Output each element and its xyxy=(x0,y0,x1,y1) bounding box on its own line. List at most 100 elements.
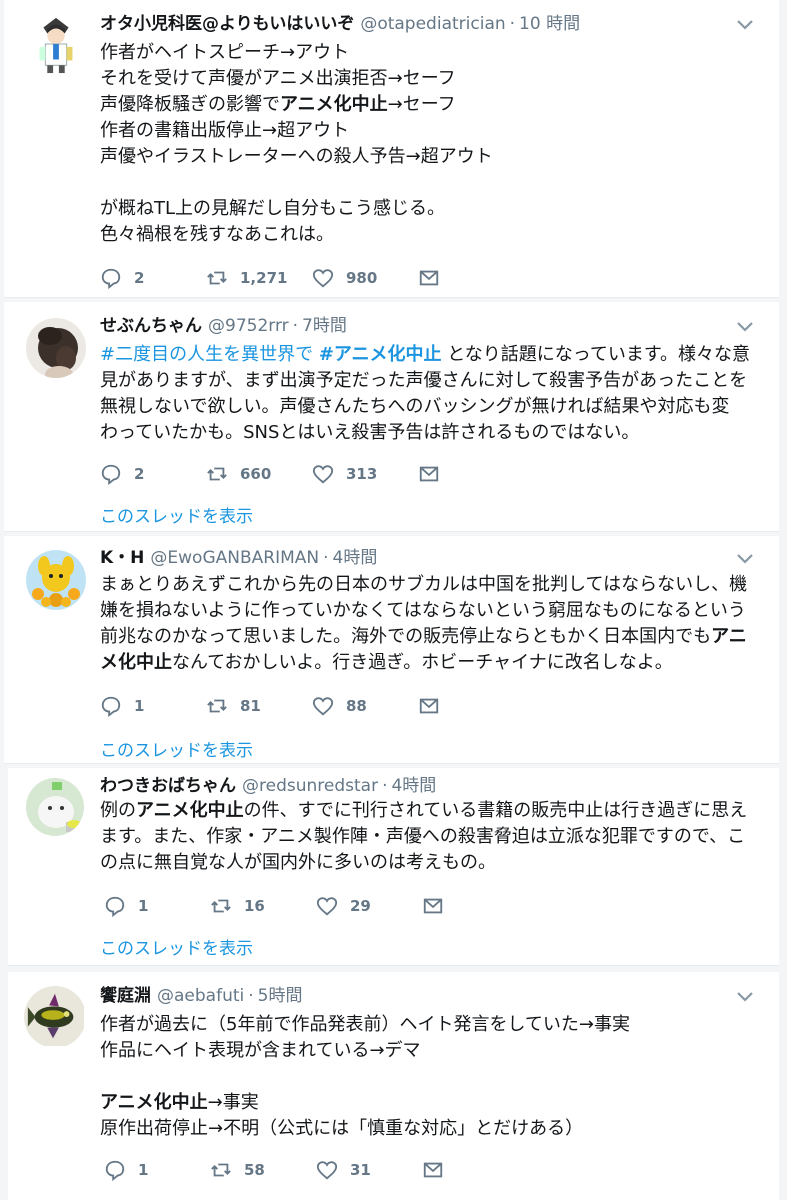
separator-dot: · xyxy=(248,986,254,1006)
reply-count: 1 xyxy=(138,1161,149,1179)
show-thread-link[interactable]: このスレッドを表示 xyxy=(100,502,253,527)
like-button[interactable]: 29 xyxy=(316,894,371,918)
user-handle[interactable]: @EwoGANBARIMAN xyxy=(150,548,319,568)
avatar[interactable] xyxy=(26,14,88,76)
text-line: アニメ化中止→事実 xyxy=(100,1092,259,1113)
tweet-2[interactable]: せぶんちゃん @9752rrr · 7時間 #二度目の人生を異世界で #アニメ化中止 … xyxy=(4,302,779,532)
timestamp[interactable]: 10 時間 xyxy=(519,14,580,34)
retweet-icon xyxy=(211,1163,231,1177)
tweet-header: オタ小児科医@よりもいはいいぞ @otapediatrician · 10 時間 xyxy=(100,12,580,36)
tweet-1[interactable]: オタ小児科医@よりもいはいいぞ @otapediatrician · 10 時間 作者… xyxy=(4,0,779,298)
retweet-count: 660 xyxy=(240,465,272,483)
heart-icon xyxy=(312,269,334,288)
display-name[interactable]: K・H xyxy=(100,548,144,568)
timestamp[interactable]: 4時間 xyxy=(333,548,378,568)
retweet-button[interactable]: 16 xyxy=(210,894,265,918)
reply-count: 2 xyxy=(134,465,145,483)
heart-icon xyxy=(312,465,334,484)
tweet-header: K・H @EwoGANBARIMAN · 4時間 xyxy=(100,546,377,570)
user-handle[interactable]: @redsunredstar xyxy=(242,776,378,796)
user-handle[interactable]: @otapediatrician xyxy=(360,14,505,34)
reply-button[interactable]: 2 xyxy=(100,462,144,486)
chevron-down-icon[interactable] xyxy=(735,988,755,1004)
like-button[interactable]: 313 xyxy=(312,462,377,486)
avatar[interactable] xyxy=(26,318,86,378)
like-count: 980 xyxy=(346,269,378,287)
retweet-button[interactable]: 1,271 xyxy=(206,266,287,290)
display-name[interactable]: オタ小児科医@よりもいはいいぞ xyxy=(100,14,354,34)
chevron-down-icon[interactable] xyxy=(735,16,755,32)
display-name[interactable]: 饗庭淵 xyxy=(100,986,151,1006)
display-name[interactable]: わつきおばちゃん xyxy=(100,776,236,796)
avatar[interactable] xyxy=(26,778,84,836)
text-line: メ化中止なんておかしいよ。行き過ぎ。ホビーチャイナに改名しなよ。 xyxy=(100,652,673,673)
tweet-header: わつきおばちゃん @redsunredstar · 4時間 xyxy=(100,774,436,798)
tweet-text: 例のアニメ化中止の件、すでに刊行されている書籍の販売中止は行き過ぎに思え ます。ま… xyxy=(100,798,761,876)
avatar[interactable] xyxy=(24,986,86,1048)
tweet-header: せぶんちゃん @9752rrr · 7時間 xyxy=(100,314,347,338)
tweet-text: #二度目の人生を異世界で #アニメ化中止 となり話題になっています。様々な意 見… xyxy=(100,342,761,446)
reply-button[interactable]: 2 xyxy=(100,266,144,290)
show-thread-link[interactable]: このスレッドを表示 xyxy=(100,736,253,761)
text-line: まぁとりあえずこれから先の日本のサブカルは中国を批判してはならないし、機 xyxy=(100,574,748,595)
direct-message-button[interactable] xyxy=(422,1158,444,1182)
chevron-down-icon[interactable] xyxy=(735,550,755,566)
envelope-icon xyxy=(419,698,439,714)
direct-message-button[interactable] xyxy=(418,266,440,290)
like-button[interactable]: 88 xyxy=(312,694,367,718)
text-line: 声優やイラストレーターへの殺人予告→超アウト xyxy=(100,146,493,167)
fish-avatar-image xyxy=(24,986,84,1046)
user-handle[interactable]: @9752rrr xyxy=(208,316,289,336)
cartoon-avatar-image xyxy=(26,778,84,836)
text-line: ます。また、作家・アニメ製作陣・声優への殺害脅迫は立派な犯罪ですので、こ xyxy=(100,826,746,847)
reply-icon xyxy=(101,268,121,289)
like-count: 88 xyxy=(346,697,367,715)
tweet-3[interactable]: K・H @EwoGANBARIMAN · 4時間 まぁとりあえずこれから先の日本のサブ… xyxy=(4,536,779,764)
chevron-down-icon[interactable] xyxy=(735,318,755,334)
text-line: わっていたかも。SNSとはいえ殺害予告は許されるものではない。 xyxy=(100,422,640,443)
heart-icon xyxy=(312,697,334,716)
reply-icon xyxy=(101,464,121,485)
like-count: 31 xyxy=(350,1161,371,1179)
like-count: 313 xyxy=(346,465,378,483)
tweet-4[interactable]: わつきおばちゃん @redsunredstar · 4時間 例のアニメ化中止の件、すで… xyxy=(8,768,779,966)
tweet-text-continued: 見がありますが、まず出演予定だった声優さんに対して殺害予告があったことを 無視しな… xyxy=(100,368,761,446)
reply-button[interactable]: 1 xyxy=(100,694,144,718)
retweet-button[interactable]: 660 xyxy=(206,462,271,486)
retweet-button[interactable]: 81 xyxy=(206,694,261,718)
text-line: 作者がヘイトスピーチ→アウト xyxy=(100,42,350,63)
reply-icon xyxy=(105,896,125,917)
tweet-text: 作者がヘイトスピーチ→アウト それを受けて声優がアニメ出演拒否→セーフ 声優降板騒ぎ… xyxy=(100,40,761,248)
reply-button[interactable]: 1 xyxy=(104,894,148,918)
doctor-avatar-image xyxy=(26,14,86,74)
reply-button[interactable]: 1 xyxy=(104,1158,148,1182)
hashtag-link[interactable]: #アニメ化中止 xyxy=(319,344,442,365)
retweet-button[interactable]: 58 xyxy=(210,1158,265,1182)
show-thread-link[interactable]: このスレッドを表示 xyxy=(100,934,253,959)
text-line: 作者が過去に（5年前で作品発表前）ヘイト発言をしていた→事実 xyxy=(100,1014,630,1035)
text-line: の点に無自覚な人が国内外に多いのは考えもの。 xyxy=(100,852,496,873)
timestamp[interactable]: 4時間 xyxy=(391,776,436,796)
retweet-icon xyxy=(211,899,231,913)
timestamp[interactable]: 5時間 xyxy=(258,986,303,1006)
hashtag-link[interactable]: #二度目の人生を異世界で xyxy=(100,344,313,365)
separator-dot: · xyxy=(382,776,388,796)
direct-message-button[interactable] xyxy=(422,894,444,918)
like-button[interactable]: 31 xyxy=(316,1158,371,1182)
text-line: 例のアニメ化中止の件、すでに刊行されている書籍の販売中止は行き過ぎに思え xyxy=(100,800,748,821)
timestamp[interactable]: 7時間 xyxy=(302,316,347,336)
direct-message-button[interactable] xyxy=(418,694,440,718)
retweet-count: 16 xyxy=(244,897,265,915)
reply-count: 2 xyxy=(134,269,145,287)
like-button[interactable]: 980 xyxy=(312,266,377,290)
user-handle[interactable]: @aebafuti xyxy=(157,986,244,1006)
avatar[interactable] xyxy=(26,550,86,610)
text-line: 原作出荷停止→不明（公式には「慎重な対応」とだけある） xyxy=(100,1118,584,1139)
character-avatar-image xyxy=(26,550,86,610)
tweet-5[interactable]: 饗庭淵 @aebafuti · 5時間 作者が過去に（5年前で作品発表前）ヘイト発言を… xyxy=(8,972,779,1200)
display-name[interactable]: せぶんちゃん xyxy=(100,316,202,336)
direct-message-button[interactable] xyxy=(418,462,440,486)
retweet-icon xyxy=(207,271,227,285)
retweet-icon xyxy=(207,699,227,713)
envelope-icon xyxy=(419,466,439,482)
